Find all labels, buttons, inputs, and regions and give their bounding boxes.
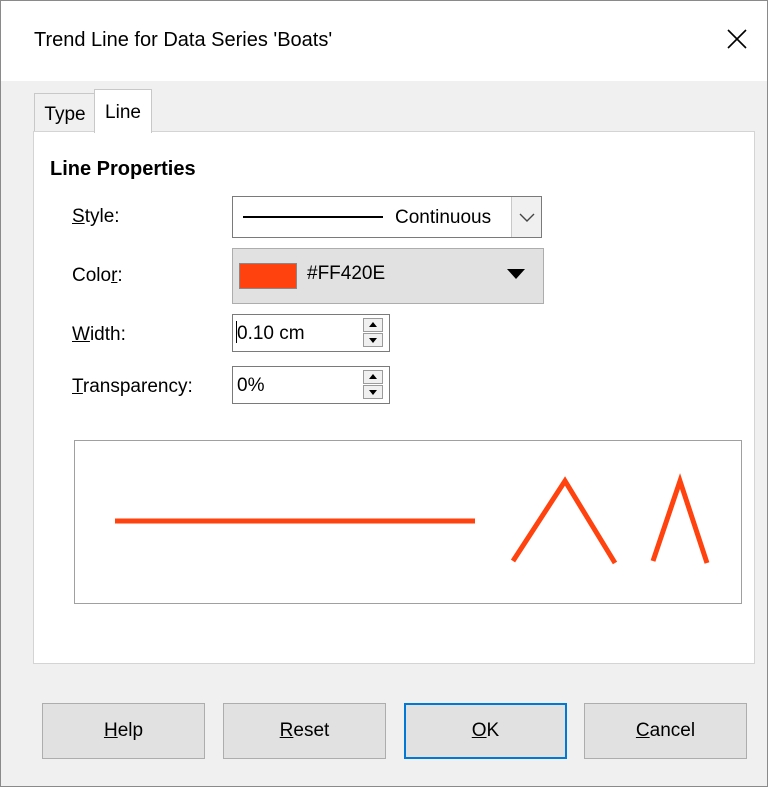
close-button[interactable] [717, 19, 757, 59]
transparency-increment[interactable] [363, 370, 383, 384]
ok-button[interactable]: OK [404, 703, 567, 759]
close-icon [727, 29, 747, 49]
width-value: 0.10 cm [237, 323, 305, 344]
style-line-sample [243, 216, 383, 218]
width-label: Width: [72, 324, 126, 345]
tab-line-label: Line [105, 102, 141, 123]
style-dropdown[interactable]: Continuous [232, 196, 542, 238]
preview-narrow-angle [650, 473, 710, 564]
chevron-down-icon [519, 213, 535, 222]
line-tab-panel: Line Properties Style: Continuous Color:… [33, 131, 755, 664]
color-swatch [239, 263, 297, 289]
color-picker-button[interactable]: #FF420E [232, 248, 544, 304]
transparency-value: 0% [237, 375, 265, 396]
line-preview [74, 440, 742, 604]
preview-drawing [115, 473, 710, 565]
color-value: #FF420E [307, 263, 386, 284]
preview-wide-angle [510, 476, 618, 565]
help-button[interactable]: Help [42, 703, 205, 759]
width-decrement[interactable] [363, 333, 383, 347]
style-dropdown-button[interactable] [511, 197, 541, 237]
spin-arrows-icon [363, 318, 385, 348]
trend-line-dialog: Trend Line for Data Series 'Boats' Type … [0, 0, 768, 787]
reset-button[interactable]: Reset [223, 703, 386, 759]
transparency-decrement[interactable] [363, 385, 383, 399]
cancel-button[interactable]: Cancel [584, 703, 747, 759]
transparency-label: Transparency: [72, 376, 193, 397]
title-bar: Trend Line for Data Series 'Boats' [1, 1, 767, 81]
tab-line[interactable]: Line [94, 89, 152, 133]
tab-type[interactable]: Type [34, 93, 96, 131]
spin-arrows-icon [363, 370, 385, 400]
dropdown-arrow-icon [507, 269, 525, 279]
transparency-spinbox[interactable]: 0% [232, 366, 390, 404]
tab-type-label: Type [44, 104, 86, 125]
width-increment[interactable] [363, 318, 383, 332]
color-label: Color: [72, 265, 123, 286]
style-label: Style: [72, 206, 120, 227]
section-title: Line Properties [50, 158, 196, 180]
dialog-title: Trend Line for Data Series 'Boats' [34, 29, 333, 51]
width-spinbox[interactable]: 0.10 cm [232, 314, 390, 352]
style-value: Continuous [395, 207, 492, 228]
